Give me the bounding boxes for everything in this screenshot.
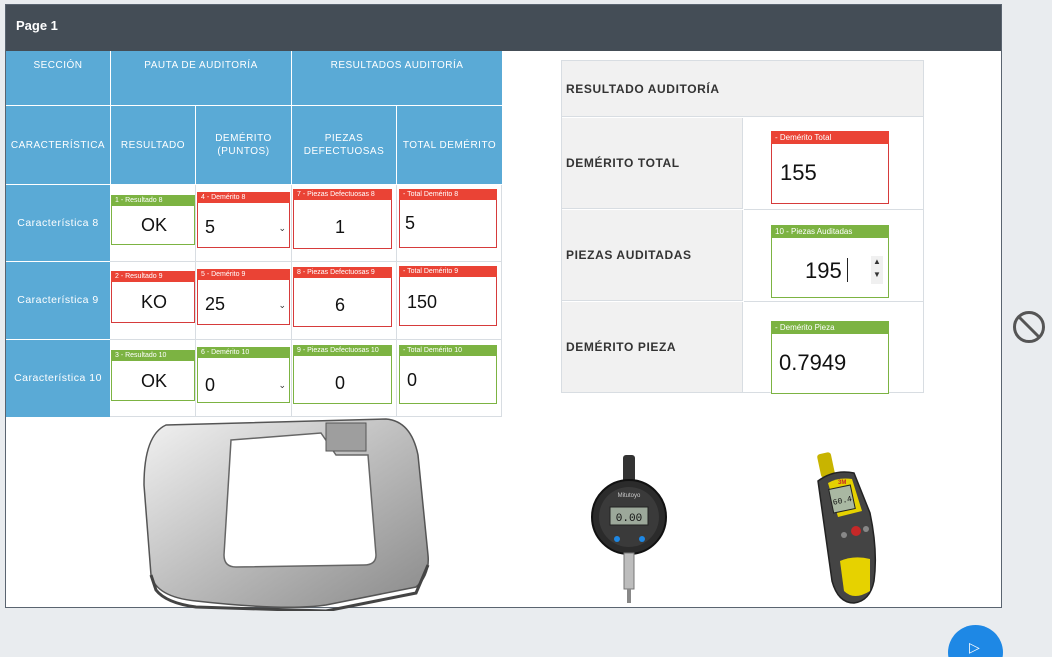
field-tag: 10 - Piezas Auditadas [771, 225, 889, 238]
demerito-8-select[interactable]: 4 - Demérito 8 5 ⌄ [197, 192, 290, 248]
field-value: 0 [407, 370, 418, 390]
field-value: 5 [405, 213, 416, 233]
gauge-brand: Mitutoyo [618, 493, 641, 499]
handheld-meter-image: 60.4 3M [817, 452, 877, 604]
field-tag: 2 - Resultado 9 [111, 271, 195, 282]
chevron-down-icon: ⌄ [278, 300, 286, 310]
field-tag: - Demérito Pieza [771, 321, 889, 334]
field-tag: 4 - Demérito 8 [197, 192, 290, 203]
header-resultado: RESULTADO [111, 106, 195, 184]
car-part-image [143, 418, 430, 611]
dial-gauge-image: Mitutoyo 0.00 [591, 455, 667, 603]
resultado-9-field[interactable]: 2 - Resultado 9 KO [111, 271, 195, 323]
grid-line [501, 185, 502, 417]
field-tag: - Demérito Total [771, 131, 889, 144]
total-10-field: - Total Demérito 10 0 [399, 345, 497, 404]
chevron-down-icon: ⌄ [278, 380, 286, 390]
header-caracteristica: CARACTERÍSTICA [6, 106, 110, 184]
header-demerito: DEMÉRITO (PUNTOS) [196, 106, 291, 184]
header-total: TOTAL DEMÉRITO [397, 106, 502, 184]
field-tag: 8 - Piezas Defectuosas 9 [293, 267, 392, 278]
field-value: 195 [805, 258, 842, 283]
field-tag: 7 - Piezas Defectuosas 8 [293, 189, 392, 200]
field-value: 0.7949 [779, 350, 847, 375]
text-cursor [847, 258, 848, 282]
header-seccion: SECCIÓN [6, 51, 110, 105]
resultado-10-field[interactable]: 3 - Resultado 10 OK [111, 350, 195, 401]
field-value: 0 [335, 373, 346, 393]
grid-line [744, 209, 923, 210]
field-value: 1 [335, 217, 346, 237]
field-value: 5 [205, 217, 216, 237]
demerito-9-select[interactable]: 5 - Demérito 9 25 ⌄ [197, 269, 290, 325]
demerito-pieza-field: - Demérito Pieza 0.7949 [771, 321, 889, 394]
not-allowed-icon [1013, 311, 1045, 343]
grid-line [744, 301, 923, 302]
page-frame: Page 1 SECCIÓN PAUTA DE AUDITORÍA RESULT… [5, 4, 1002, 611]
page-title: Page 1 [6, 5, 1001, 51]
row-label-8: Característica 8 [6, 185, 110, 261]
field-tag: 3 - Resultado 10 [111, 350, 195, 361]
demerito-pieza-label: DEMÉRITO PIEZA [562, 302, 743, 392]
grid-line [110, 261, 502, 262]
piezas-auditadas-label: PIEZAS AUDITADAS [562, 210, 743, 301]
field-value: 25 [205, 294, 226, 314]
grid-line [195, 185, 196, 417]
field-tag: 9 - Piezas Defectuosas 10 [293, 345, 392, 356]
stepper-up-icon[interactable]: ▲ [873, 257, 881, 266]
row-label-10: Característica 10 [6, 340, 110, 417]
demerito-10-select[interactable]: 6 - Demérito 10 0 ⌄ [197, 347, 290, 403]
field-tag: - Total Demérito 8 [399, 189, 497, 200]
play-icon: ▷ [969, 639, 980, 655]
demerito-total-label: DEMÉRITO TOTAL [562, 118, 743, 209]
field-value: 150 [407, 292, 438, 312]
field-value: OK [141, 371, 168, 391]
field-tag: 5 - Demérito 9 [197, 269, 290, 280]
demerito-total-field: - Demérito Total 155 [771, 131, 889, 204]
field-value: 0 [205, 375, 216, 395]
results-title: RESULTADO AUDITORÍA [562, 61, 923, 117]
header-piezas: PIEZAS DEFECTUOSAS [292, 106, 396, 184]
meter-brand: 3M [838, 480, 846, 486]
total-8-field: - Total Demérito 8 5 [399, 189, 497, 248]
field-value: KO [141, 292, 168, 312]
piezas-9-field[interactable]: 8 - Piezas Defectuosas 9 6 [293, 267, 392, 327]
grid-line [396, 185, 397, 417]
piezas-10-field[interactable]: 9 - Piezas Defectuosas 10 0 [293, 345, 392, 404]
gauge-display: 0.00 [616, 513, 642, 525]
header-resultados: RESULTADOS AUDITORÍA [292, 51, 502, 105]
grid-line [291, 185, 292, 417]
field-value: 6 [335, 295, 346, 315]
resultado-8-field[interactable]: 1 - Resultado 8 OK [111, 195, 195, 245]
next-page-button[interactable]: ▷ [948, 625, 1003, 657]
field-tag: - Total Demérito 9 [399, 266, 497, 277]
total-9-field: - Total Demérito 9 150 [399, 266, 497, 326]
row-label-9: Característica 9 [6, 262, 110, 339]
piezas-8-field[interactable]: 7 - Piezas Defectuosas 8 1 [293, 189, 392, 249]
header-pauta: PAUTA DE AUDITORÍA [111, 51, 291, 105]
grid-line [110, 339, 502, 340]
stepper-down-icon[interactable]: ▼ [873, 270, 881, 279]
chevron-down-icon: ⌄ [278, 223, 286, 233]
piezas-auditadas-field[interactable]: 10 - Piezas Auditadas 195 ▲ ▼ [771, 225, 889, 298]
field-tag: - Total Demérito 10 [399, 345, 497, 356]
field-value: 155 [780, 160, 817, 185]
field-value: OK [141, 215, 168, 235]
field-tag: 1 - Resultado 8 [111, 195, 195, 206]
number-stepper[interactable]: ▲ ▼ [871, 256, 883, 284]
field-tag: 6 - Demérito 10 [197, 347, 290, 358]
